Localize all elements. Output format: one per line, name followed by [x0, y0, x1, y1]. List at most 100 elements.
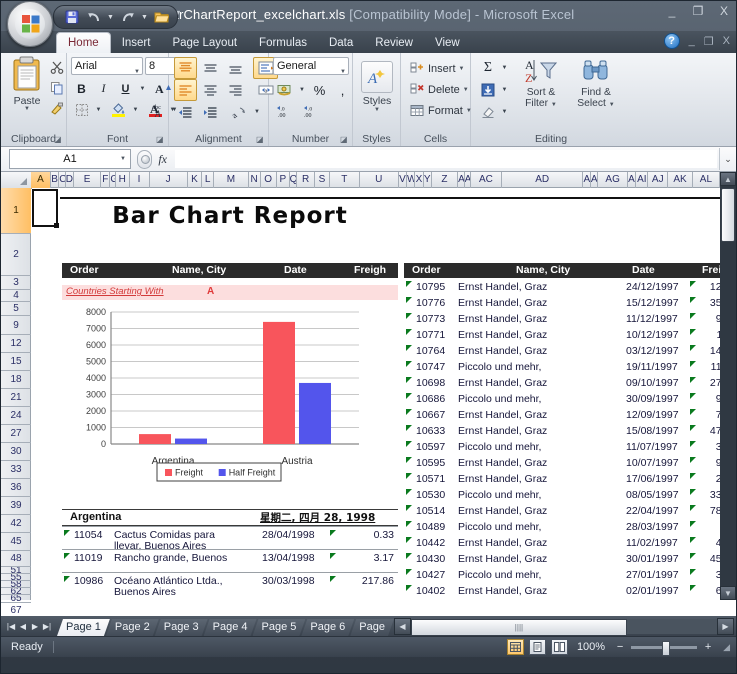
column-header-s[interactable]: S — [315, 172, 330, 188]
column-header-l[interactable]: L — [202, 172, 215, 188]
italic-button[interactable]: I — [93, 78, 114, 99]
window-minimize-button[interactable]: _ — [664, 4, 680, 18]
table-row[interactable]: 10530 Piccolo und mehr, 08/05/1997 339.22 — [404, 489, 720, 505]
row-header-30[interactable]: 30 — [1, 443, 31, 461]
tab-insert[interactable]: Insert — [111, 33, 162, 53]
resize-grip-icon[interactable]: ◢ — [723, 642, 730, 653]
hscroll-track[interactable]: |||| — [410, 618, 717, 636]
ribbon-close-button[interactable]: X — [723, 35, 730, 47]
align-left-button[interactable] — [174, 79, 197, 101]
zoom-out-button[interactable]: − — [614, 641, 626, 653]
row-header-15[interactable]: 15 — [1, 353, 31, 371]
column-header-ai[interactable]: AI — [636, 172, 649, 188]
accounting-format-button[interactable] — [273, 79, 296, 101]
column-header-ah[interactable]: AH — [628, 172, 637, 188]
paste-dropdown-icon[interactable]: ▼ — [24, 106, 30, 112]
clipboard-dialog-launcher[interactable]: ◪ — [54, 135, 63, 144]
row-header-18[interactable]: 18 — [1, 371, 31, 389]
row-header-51[interactable]: 51 — [1, 567, 31, 574]
tab-view[interactable]: View — [424, 33, 471, 53]
help-icon[interactable]: ? — [663, 33, 680, 49]
normal-view-icon[interactable] — [506, 639, 524, 655]
row-header-21[interactable]: 21 — [1, 389, 31, 407]
column-header-k[interactable]: K — [188, 172, 203, 188]
column-header-j[interactable]: J — [150, 172, 188, 188]
sheet-tab-page-1[interactable]: Page 1 — [57, 619, 110, 636]
tab-home[interactable]: Home — [56, 32, 111, 53]
name-box-dropdown-icon[interactable]: ▼ — [120, 156, 126, 162]
first-sheet-icon[interactable]: |◀ — [6, 622, 16, 631]
column-header-ae[interactable]: AE — [583, 172, 591, 188]
column-header-r[interactable]: R — [297, 172, 316, 188]
borders-button[interactable] — [71, 99, 92, 120]
formula-input[interactable] — [175, 150, 717, 168]
bar-austria-half-freight[interactable] — [299, 382, 331, 444]
fill-color-dropdown-icon[interactable]: ▼ — [130, 99, 141, 120]
page-break-view-icon[interactable] — [550, 639, 568, 655]
column-header-aj[interactable]: AJ — [648, 172, 669, 188]
phonetic-button[interactable]: abc A — [149, 99, 168, 120]
row-header-24[interactable]: 24 — [1, 407, 31, 425]
table-row[interactable]: 10776 Ernst Handel, Graz 15/12/1997 351.53 — [404, 297, 720, 313]
row-header-2[interactable]: 2 — [1, 234, 31, 276]
row-header-48[interactable]: 48 — [1, 551, 31, 567]
paste-button[interactable]: Paste ▼ — [7, 56, 47, 116]
table-row[interactable]: 10571 Ernst Handel, Graz 17/06/1997 26.06 — [404, 473, 720, 489]
clear-button[interactable] — [477, 101, 499, 122]
alignment-dialog-launcher[interactable]: ◪ — [256, 135, 265, 144]
increase-decimal-button[interactable]: .0 .00 — [273, 101, 297, 123]
office-button[interactable] — [7, 1, 53, 47]
column-header-e[interactable]: E — [74, 172, 102, 188]
autosum-dropdown-icon[interactable]: ▼ — [499, 57, 510, 78]
cut-button[interactable] — [47, 57, 67, 77]
sheet-tab-page[interactable]: Page — [350, 619, 394, 636]
sheet-tab-page-4[interactable]: Page 4 — [204, 619, 257, 636]
row-header-39[interactable]: 39 — [1, 497, 31, 515]
align-bottom-button[interactable] — [224, 57, 247, 79]
column-header-h[interactable]: H — [116, 172, 130, 188]
column-header-ak[interactable]: AK — [668, 172, 693, 188]
row-header-36[interactable]: 36 — [1, 479, 31, 497]
column-header-b[interactable]: B — [51, 172, 60, 188]
prev-sheet-icon[interactable]: ◀ — [18, 622, 28, 631]
table-row[interactable]: 10795 Ernst Handel, Graz 24/12/1997 126.66 — [404, 281, 720, 297]
next-sheet-icon[interactable]: ▶ — [30, 622, 40, 631]
column-header-ac[interactable]: AC — [471, 172, 502, 188]
underline-dropdown-icon[interactable]: ▼ — [137, 78, 148, 99]
bold-button[interactable]: B — [71, 78, 92, 99]
table-row[interactable]: 10773 Ernst Handel, Graz 11/12/1997 96.43 — [404, 313, 720, 329]
align-middle-button[interactable] — [199, 57, 222, 79]
column-header-p[interactable]: P — [277, 172, 290, 188]
table-row[interactable]: 10514 Ernst Handel, Graz 22/04/1997 789.95 — [404, 505, 720, 521]
row-header-3[interactable]: 3 — [1, 276, 31, 290]
table-row[interactable]: 10698 Ernst Handel, Graz 09/10/1997 272.47 — [404, 377, 720, 393]
table-row[interactable]: 10430 Ernst Handel, Graz 30/01/1997 458.78 — [404, 553, 720, 569]
column-header-i[interactable]: I — [130, 172, 150, 188]
redo-icon[interactable] — [118, 8, 137, 26]
row-header-9[interactable]: 9 — [1, 316, 31, 335]
tab-page-layout[interactable]: Page Layout — [161, 33, 248, 53]
table-row[interactable]: 10442 Ernst Handel, Graz 11/02/1997 47.94 — [404, 537, 720, 553]
table-row[interactable]: 10986 Océano Atlántico Ltda., Buenos Aires… — [62, 572, 398, 598]
bar-chart[interactable]: 0 1000 2000 3000 4000 5000 6000 7000 8000 Argenti… — [64, 304, 374, 496]
column-header-v[interactable]: V — [399, 172, 408, 188]
fill-dropdown-icon[interactable]: ▼ — [499, 79, 510, 100]
horizontal-scroll-thumb[interactable]: |||| — [410, 618, 627, 636]
scroll-up-icon[interactable]: ▲ — [720, 172, 736, 186]
redo-dropdown-icon[interactable]: ▼ — [140, 8, 149, 26]
underline-button[interactable]: U — [115, 78, 136, 99]
window-restore-button[interactable]: ❐ — [690, 4, 706, 18]
row-header-55[interactable]: 55 — [1, 574, 31, 581]
function-wizard[interactable]: fx — [137, 149, 167, 169]
hscroll-left-icon[interactable]: ◀ — [393, 617, 411, 635]
comma-format-button[interactable]: , — [332, 79, 353, 101]
format-painter-button[interactable] — [47, 99, 67, 119]
column-header-q[interactable]: Q — [290, 172, 297, 188]
undo-dropdown-icon[interactable]: ▼ — [106, 8, 115, 26]
autosum-button[interactable]: Σ — [477, 57, 499, 78]
row-header-27[interactable]: 27 — [1, 425, 31, 443]
row-header-67[interactable]: 67 — [1, 603, 31, 616]
find-select-button[interactable]: Find & Select ▼ — [569, 57, 623, 111]
table-row[interactable]: 10686 Piccolo und mehr, 30/09/1997 96.50 — [404, 393, 720, 409]
column-header-ag[interactable]: AG — [598, 172, 629, 188]
